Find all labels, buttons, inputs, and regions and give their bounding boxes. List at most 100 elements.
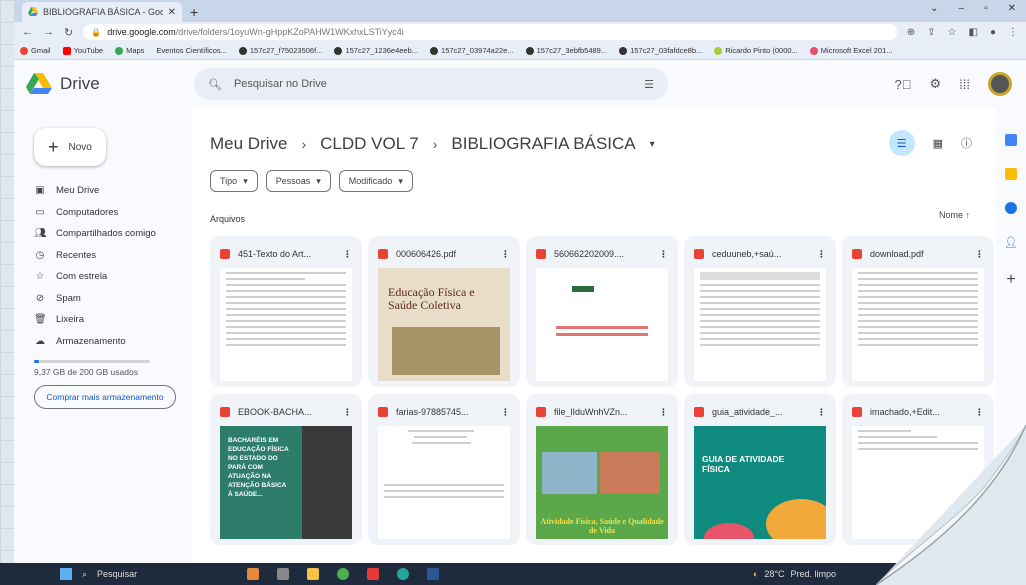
minimize-icon[interactable]: –: [959, 3, 965, 14]
file-card[interactable]: guia_atividade_... ⋮ GUIA DE ATIVIDADE FÍ…: [684, 394, 836, 545]
chevron-down-icon[interactable]: ⌄: [930, 3, 938, 14]
more-options-icon[interactable]: ⋮: [817, 407, 830, 418]
share-icon[interactable]: ⇪: [927, 27, 935, 38]
menu-icon[interactable]: ⋮: [1008, 27, 1018, 38]
taskbar-search[interactable]: ⌕ Pesquisar: [60, 568, 137, 580]
chrome-profile-icon[interactable]: [397, 568, 410, 580]
widgets-icon[interactable]: [247, 568, 260, 580]
sidebar-item-compartilhados[interactable]: 👥︎ Compartilhados comigo: [26, 223, 192, 245]
reload-icon[interactable]: ↻: [64, 26, 73, 39]
filter-chip-modificado[interactable]: Modificado ▾: [338, 170, 413, 192]
translate-icon[interactable]: ⊕: [907, 27, 915, 38]
tasks-icon[interactable]: [1005, 202, 1017, 214]
sidebar-item-spam[interactable]: ⊘ Spam: [26, 288, 192, 310]
sidebar-item-meu-drive[interactable]: ▣ Meu Drive: [26, 180, 192, 202]
file-card[interactable]: file_lIduWnhVZn... ⋮ Atividade Física, Sa…: [526, 394, 678, 545]
search-options-icon[interactable]: ☰: [644, 78, 654, 91]
bookmark-star-icon[interactable]: ☆: [948, 27, 957, 38]
file-card[interactable]: 451-Texto do Art... ⋮: [210, 236, 362, 387]
file-card[interactable]: 560662202009.... ⋮: [526, 236, 678, 387]
maximize-icon[interactable]: ▫: [984, 3, 988, 14]
breadcrumb-cldd-vol-7[interactable]: CLDD VOL 7: [320, 134, 419, 154]
bookmark-item[interactable]: 157c27_3ebfb5489...: [525, 46, 607, 55]
bookmark-youtube[interactable]: YouTube: [62, 46, 103, 55]
chrome-icon[interactable]: [337, 568, 350, 580]
keep-icon[interactable]: [1005, 168, 1017, 180]
file-explorer-icon[interactable]: [307, 568, 320, 580]
bookmark-item[interactable]: 157c27_1236e4eeb...: [334, 46, 418, 55]
grid-view-icon[interactable]: ▦: [933, 137, 943, 150]
apps-grid-icon[interactable]: ⁞⁞⁞: [959, 77, 970, 92]
bookmarks-bar: Gmail YouTube Maps Eventos Científicos..…: [14, 42, 1026, 60]
pdf-icon: [852, 249, 862, 259]
sort-control[interactable]: Nome ↑: [939, 210, 970, 220]
url-field[interactable]: 🔒 drive.google.com /drive/folders/1oyuWn…: [83, 24, 897, 40]
bookmark-gmail[interactable]: Gmail: [20, 46, 51, 55]
close-window-icon[interactable]: ✕: [1008, 3, 1016, 14]
weather-widget[interactable]: ◐ 28°C Pred. limpo: [753, 569, 836, 579]
more-options-icon[interactable]: ⋮: [501, 407, 514, 418]
more-options-icon[interactable]: ⋮: [659, 407, 672, 418]
word-icon[interactable]: [427, 568, 440, 580]
settings-gear-icon[interactable]: ⚙: [930, 76, 942, 92]
add-addon-icon[interactable]: +: [1006, 271, 1015, 289]
close-tab-icon[interactable]: ✕: [168, 7, 176, 18]
file-card[interactable]: farias-97885745... ⋮: [368, 394, 520, 545]
browser-tab[interactable]: BIBLIOGRAFIA BÁSICA - Google ✕: [22, 2, 182, 22]
file-thumbnail: [220, 268, 352, 381]
bookmark-item[interactable]: 157c27_03974a22e...: [430, 46, 514, 55]
back-icon[interactable]: ←: [22, 26, 33, 38]
profile-icon[interactable]: ●: [990, 27, 996, 38]
buy-storage-button[interactable]: Comprar mais armazenamento: [34, 385, 176, 409]
thumb-shape: [766, 499, 826, 539]
contacts-icon[interactable]: 👤︎: [1004, 236, 1018, 249]
more-options-icon[interactable]: ⋮: [975, 249, 988, 260]
bookmark-orcid[interactable]: Ricardo Pinto (0000...: [714, 46, 798, 55]
bookmark-item[interactable]: 157c27_f75023506f...: [238, 46, 322, 55]
breadcrumb-current-folder[interactable]: BIBLIOGRAFIA BÁSICA: [451, 134, 635, 154]
info-icon[interactable]: ⓘ: [961, 135, 972, 151]
new-button[interactable]: + Novo: [34, 128, 106, 166]
more-options-icon[interactable]: ⋮: [659, 249, 672, 260]
view-controls: ☰ ▦ ⓘ: [888, 130, 972, 156]
sidebar-item-com-estrela[interactable]: ☆ Com estrela: [26, 266, 192, 288]
bookmark-excel[interactable]: Microsoft Excel 201...: [809, 46, 893, 55]
bookmark-eventos[interactable]: Eventos Científicos...: [156, 46, 226, 55]
more-options-icon[interactable]: ⋮: [975, 407, 988, 418]
search-input[interactable]: 🔍︎ Pesquisar no Drive ☰: [194, 68, 668, 100]
help-icon[interactable]: ?⃝: [895, 77, 912, 92]
more-options-icon[interactable]: ⋮: [343, 249, 356, 260]
task-view-icon[interactable]: [277, 568, 290, 580]
breadcrumb-meu-drive[interactable]: Meu Drive: [210, 134, 287, 154]
file-card[interactable]: EBOOK-BACHA... ⋮ BACHARÉIS EM EDUCAÇÃO FÍ…: [210, 394, 362, 545]
forward-icon[interactable]: →: [43, 26, 54, 38]
more-options-icon[interactable]: ⋮: [817, 249, 830, 260]
more-options-icon[interactable]: ⋮: [501, 249, 514, 260]
file-card[interactable]: 000606426.pdf ⋮ Educação Física e Saúde C…: [368, 236, 520, 387]
youtube-icon: [62, 46, 71, 55]
bookmark-item[interactable]: 157c27_03fafdce8b...: [619, 46, 702, 55]
header-icons: ?⃝ ⚙ ⁞⁞⁞: [895, 72, 1012, 96]
more-options-icon[interactable]: ⋮: [343, 407, 356, 418]
windows-start-icon[interactable]: [60, 568, 72, 580]
acrobat-icon[interactable]: [367, 568, 380, 580]
search-icon[interactable]: 🔍︎: [208, 78, 222, 91]
file-card[interactable]: ceduuneb,+saú... ⋮: [684, 236, 836, 387]
sidebar-item-recentes[interactable]: ◷ Recentes: [26, 245, 192, 267]
caret-down-icon[interactable]: ▾: [650, 139, 655, 150]
sidebar-item-armazenamento[interactable]: ☁ Armazenamento: [26, 331, 192, 353]
weather-temp: 28°C: [764, 569, 785, 579]
sidebar-item-computadores[interactable]: ▭ Computadores: [26, 202, 192, 224]
sidepanel-icon[interactable]: ◧: [969, 27, 978, 38]
new-tab-button[interactable]: +: [190, 4, 198, 20]
file-card[interactable]: download.pdf ⋮: [842, 236, 994, 387]
sidebar-item-lixeira[interactable]: 🗑︎ Lixeira: [26, 309, 192, 331]
filter-icon[interactable]: ☰: [888, 130, 915, 156]
calendar-icon[interactable]: [1005, 134, 1017, 146]
filter-chip-pessoas[interactable]: Pessoas ▾: [265, 170, 331, 192]
filter-chip-tipo[interactable]: Tipo ▾: [210, 170, 258, 192]
avatar[interactable]: [988, 72, 1012, 96]
github-icon: [334, 46, 343, 55]
bookmark-maps[interactable]: Maps: [115, 46, 144, 55]
drive-logo[interactable]: Drive: [26, 73, 194, 95]
